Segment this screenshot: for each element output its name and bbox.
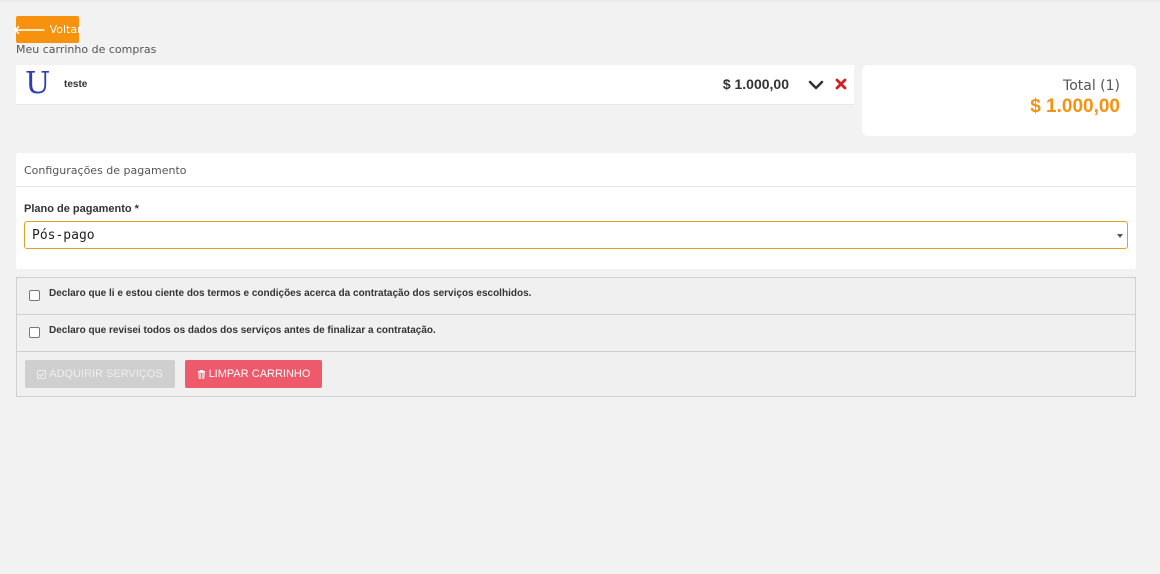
- acquire-services-button[interactable]: ADQUIRIR SERVIÇOS: [25, 360, 175, 388]
- review-text: Declaro que revisei todos os dados dos s…: [49, 325, 436, 336]
- term-row-terms: Declaro que li e estou ciente dos termos…: [17, 278, 1135, 315]
- chevron-down-icon[interactable]: [808, 78, 824, 92]
- payment-settings-card: Configurações de pagamento Plano de paga…: [16, 153, 1136, 269]
- item-name: teste: [64, 79, 88, 90]
- back-button-label: Voltar: [49, 23, 82, 36]
- payment-plan-value: Pós-pago: [32, 228, 95, 243]
- terms-checkbox[interactable]: [29, 290, 40, 301]
- cart-item: U teste $ 1.000,00: [16, 65, 854, 105]
- term-row-review: Declaro que revisei todos os dados dos s…: [17, 315, 1135, 352]
- payment-settings-title: Configurações de pagamento: [16, 153, 1136, 187]
- clear-cart-label: LIMPAR CARRINHO: [208, 368, 311, 380]
- item-price: $ 1.000,00: [722, 76, 789, 92]
- terms-box: Declaro que li e estou ciente dos termos…: [16, 277, 1136, 397]
- terms-text: Declaro que li e estou ciente dos termos…: [49, 288, 532, 299]
- trash-icon: [197, 369, 205, 379]
- cart-title: Meu carrinho de compras: [16, 43, 157, 56]
- close-icon[interactable]: [834, 77, 848, 91]
- total-label: Total (1): [1063, 78, 1120, 94]
- item-logo: U: [25, 66, 51, 101]
- check-square-icon: [37, 369, 47, 379]
- back-button[interactable]: 🡐 Voltar: [13, 16, 82, 43]
- top-shadow: [0, 0, 1160, 2]
- total-value: $ 1.000,00: [1030, 96, 1120, 117]
- arrow-left-icon: 🡐: [13, 23, 46, 37]
- payment-plan-label: Plano de pagamento *: [24, 203, 139, 215]
- payment-plan-select[interactable]: Pós-pago: [24, 221, 1128, 249]
- clear-cart-button[interactable]: LIMPAR CARRINHO: [185, 360, 322, 388]
- acquire-services-label: ADQUIRIR SERVIÇOS: [49, 368, 163, 380]
- total-card: Total (1) $ 1.000,00: [862, 65, 1136, 136]
- review-checkbox[interactable]: [29, 327, 40, 338]
- caret-down-icon: [1117, 234, 1123, 238]
